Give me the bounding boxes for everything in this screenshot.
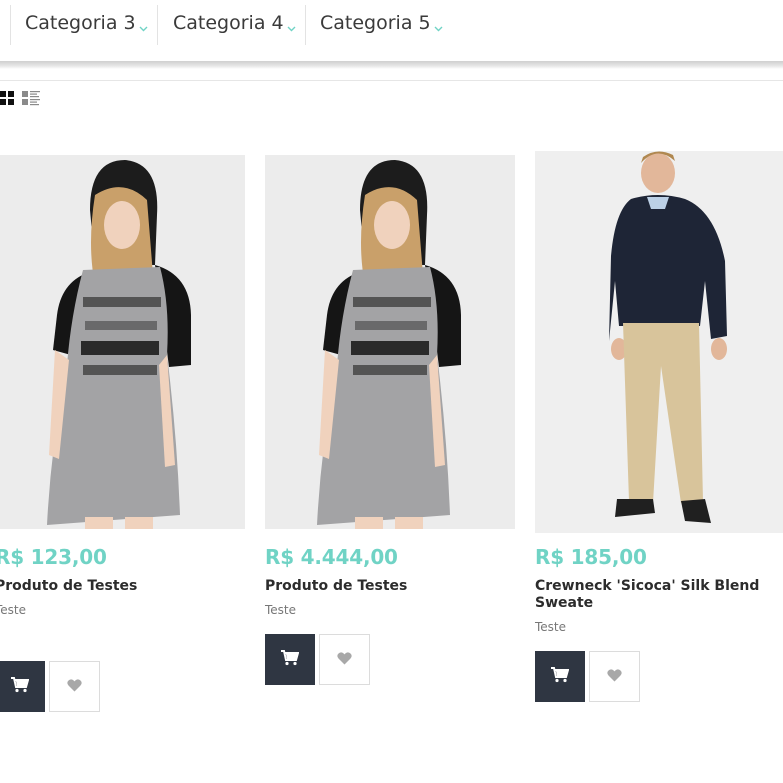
product-name[interactable]: Produto de Testes: [265, 578, 515, 595]
list-view-button[interactable]: [22, 90, 40, 110]
heart-icon: [67, 677, 82, 696]
product-card: R$ 4.444,00 Produto de Testes Teste: [265, 155, 515, 685]
nav-item-label: Categoria 5: [320, 12, 431, 34]
add-to-cart-button[interactable]: [535, 651, 585, 702]
grid-view-icon: [0, 91, 14, 110]
list-view-icon: [22, 91, 40, 110]
heart-icon: [607, 667, 622, 686]
add-to-wishlist-button[interactable]: [319, 634, 370, 685]
nav-item-categoria-5[interactable]: Categoria 5: [320, 12, 443, 37]
cart-icon: [11, 676, 30, 697]
product-name[interactable]: Crewneck 'Sicoca' Silk Blend Sweate: [535, 578, 783, 612]
add-to-cart-button[interactable]: [0, 661, 45, 712]
product-name[interactable]: Produto de Testes: [0, 578, 245, 595]
nav-separator: [305, 5, 306, 45]
product-price: R$ 123,00: [0, 545, 107, 569]
product-card: R$ 185,00 Crewneck 'Sicoca' Silk Blend S…: [535, 151, 783, 702]
cart-icon: [551, 666, 570, 687]
product-price: R$ 185,00: [535, 545, 647, 569]
add-to-cart-button[interactable]: [265, 634, 315, 685]
chevron-down-icon: [287, 15, 296, 37]
cart-icon: [281, 649, 300, 670]
grid-view-button[interactable]: [0, 90, 14, 110]
nav-shadow: [0, 61, 783, 69]
add-to-wishlist-button[interactable]: [589, 651, 640, 702]
product-brand: Teste: [0, 603, 27, 617]
product-brand: Teste: [265, 603, 297, 617]
product-card: R$ 123,00 Produto de Testes Teste: [0, 155, 245, 712]
nav-item-categoria-3[interactable]: Categoria 3: [25, 12, 148, 37]
nav-item-label: Categoria 3: [25, 12, 136, 34]
product-image[interactable]: [535, 151, 783, 533]
add-to-wishlist-button[interactable]: [49, 661, 100, 712]
category-nav: Categoria 3 Categoria 4 Categoria 5: [0, 0, 783, 62]
nav-separator: [157, 5, 158, 45]
product-image[interactable]: [265, 155, 515, 529]
chevron-down-icon: [139, 15, 148, 37]
product-price: R$ 4.444,00: [265, 545, 398, 569]
product-image[interactable]: [0, 155, 245, 529]
nav-item-categoria-4[interactable]: Categoria 4: [173, 12, 296, 37]
nav-item-label: Categoria 4: [173, 12, 284, 34]
product-brand: Teste: [535, 620, 567, 634]
toolbar-divider: [0, 80, 783, 81]
chevron-down-icon: [434, 15, 443, 37]
heart-icon: [337, 650, 352, 669]
nav-separator: [10, 5, 11, 45]
product-actions: [0, 661, 100, 712]
product-actions: [265, 634, 370, 685]
product-actions: [535, 651, 640, 702]
